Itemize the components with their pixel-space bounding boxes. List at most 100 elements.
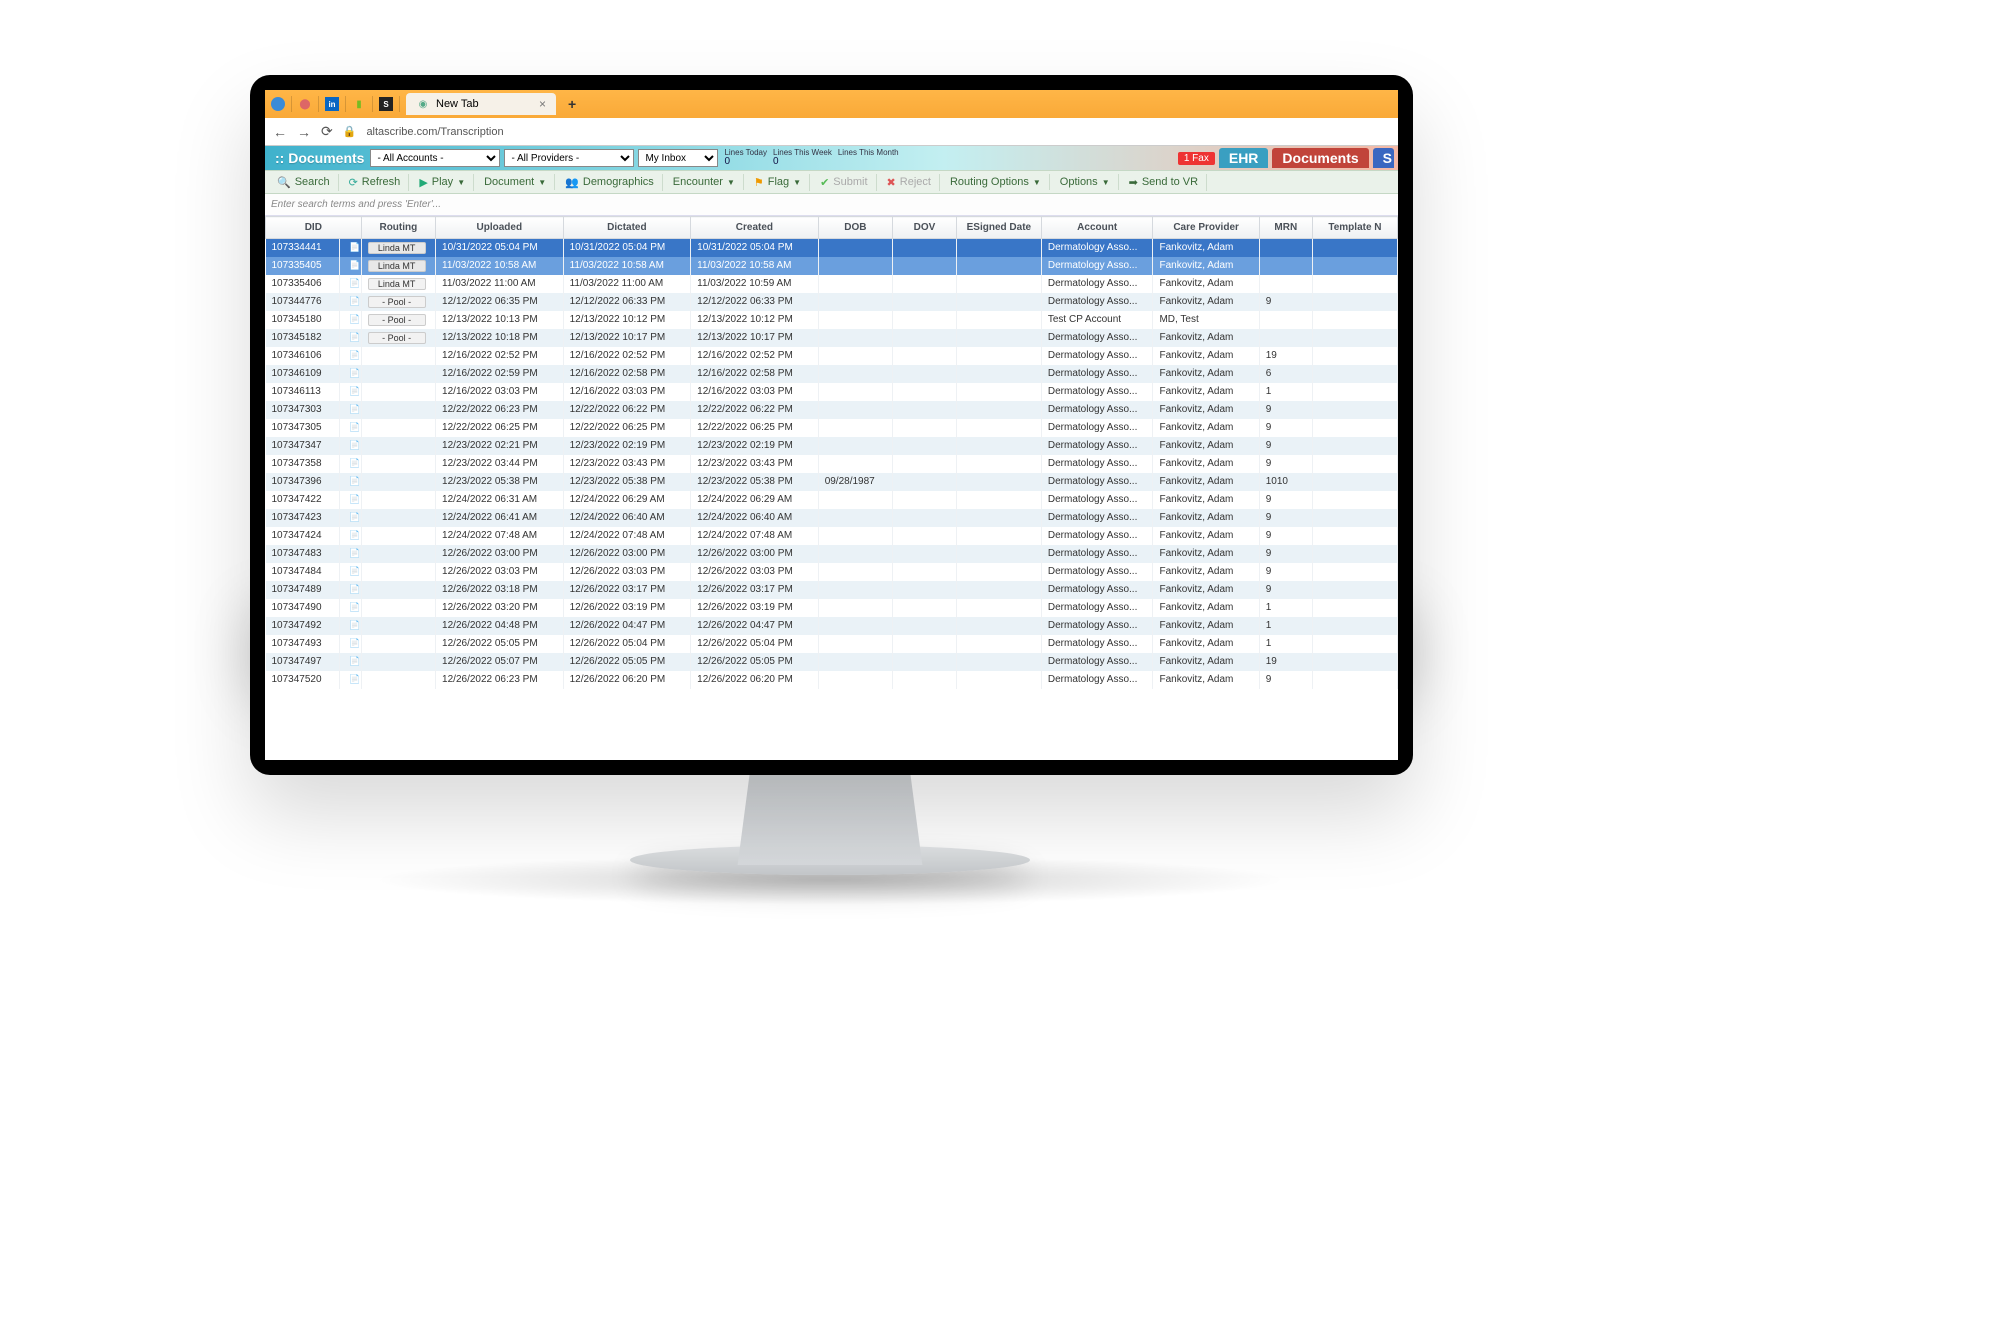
browser-favicon-4[interactable]: ▮ (352, 97, 366, 111)
play-button[interactable]: ▶Play▼ (411, 174, 474, 191)
fax-badge[interactable]: 1 Fax (1178, 152, 1215, 165)
table-row[interactable]: 107347422📄12/24/2022 06:31 AM12/24/2022 … (266, 491, 1398, 509)
cell-provider: Fankovitz, Adam (1153, 527, 1259, 545)
browser-favicon-3[interactable]: in (325, 97, 339, 111)
tab-close-icon[interactable]: × (539, 97, 546, 111)
search-input[interactable]: Enter search terms and press 'Enter'... (265, 194, 1398, 216)
cell-dov (893, 419, 957, 437)
col-provider[interactable]: Care Provider (1153, 217, 1259, 239)
cell-routing (361, 563, 435, 581)
play-icon: ▶ (419, 176, 427, 189)
tab-ehr[interactable]: EHR (1219, 148, 1269, 168)
reject-button[interactable]: ✖Reject (879, 174, 940, 191)
col-uploaded[interactable]: Uploaded (436, 217, 564, 239)
table-row[interactable]: 107347484📄12/26/2022 03:03 PM12/26/2022 … (266, 563, 1398, 581)
demographics-button[interactable]: 👥Demographics (557, 174, 663, 191)
col-routing[interactable]: Routing (361, 217, 435, 239)
col-esigned[interactable]: ESigned Date (956, 217, 1041, 239)
cell-ico: 📄 (340, 653, 361, 671)
table-row[interactable]: 107335405📄Linda MT11/03/2022 10:58 AM11/… (266, 257, 1398, 275)
col-account[interactable]: Account (1041, 217, 1153, 239)
cell-mrn: 1 (1259, 383, 1312, 401)
table-row[interactable]: 107347520📄12/26/2022 06:23 PM12/26/2022 … (266, 671, 1398, 689)
cell-esigned (956, 671, 1041, 689)
routing-pill[interactable]: Linda MT (368, 242, 426, 254)
table-row[interactable]: 107347424📄12/24/2022 07:48 AM12/24/2022 … (266, 527, 1398, 545)
cell-did: 107347493 (266, 635, 340, 653)
col-dob[interactable]: DOB (818, 217, 892, 239)
col-created[interactable]: Created (691, 217, 819, 239)
table-row[interactable]: 107346109📄12/16/2022 02:59 PM12/16/2022 … (266, 365, 1398, 383)
browser-tab-active[interactable]: ◉ New Tab × (406, 93, 556, 115)
table-row[interactable]: 107347497📄12/26/2022 05:07 PM12/26/2022 … (266, 653, 1398, 671)
table-row[interactable]: 107347423📄12/24/2022 06:41 AM12/24/2022 … (266, 509, 1398, 527)
cell-did: 107345182 (266, 329, 340, 347)
routing-pill[interactable]: - Pool - (368, 314, 426, 326)
flag-button[interactable]: ⚑Flag▼ (746, 174, 810, 191)
tab-s[interactable]: S (1373, 148, 1394, 168)
browser-favicon-2[interactable]: ⬤ (298, 97, 312, 111)
table-row[interactable]: 107347490📄12/26/2022 03:20 PM12/26/2022 … (266, 599, 1398, 617)
table-row[interactable]: 107334441📄Linda MT10/31/2022 05:04 PM10/… (266, 239, 1398, 257)
cell-mrn (1259, 311, 1312, 329)
inbox-select[interactable]: My Inbox (638, 149, 718, 167)
submit-button[interactable]: ✔Submit (812, 174, 876, 191)
cell-template (1312, 581, 1397, 599)
toolbar: 🔍Search ⟳Refresh ▶Play▼ Document▼ 👥Demog… (265, 170, 1398, 194)
cell-provider: Fankovitz, Adam (1153, 671, 1259, 689)
table-row[interactable]: 107347483📄12/26/2022 03:00 PM12/26/2022 … (266, 545, 1398, 563)
col-mrn[interactable]: MRN (1259, 217, 1312, 239)
table-row[interactable]: 107347347📄12/23/2022 02:21 PM12/23/2022 … (266, 437, 1398, 455)
cell-esigned (956, 365, 1041, 383)
cell-account: Dermatology Asso... (1041, 617, 1153, 635)
table-row[interactable]: 107347493📄12/26/2022 05:05 PM12/26/2022 … (266, 635, 1398, 653)
table-row[interactable]: 107344776📄- Pool -12/12/2022 06:35 PM12/… (266, 293, 1398, 311)
table-row[interactable]: 107335406📄Linda MT11/03/2022 11:00 AM11/… (266, 275, 1398, 293)
tab-documents[interactable]: Documents (1272, 148, 1368, 168)
routing-pill[interactable]: - Pool - (368, 296, 426, 308)
cell-uploaded: 10/31/2022 05:04 PM (436, 239, 564, 257)
cell-dov (893, 347, 957, 365)
cell-template (1312, 239, 1397, 257)
routing-pill[interactable]: - Pool - (368, 332, 426, 344)
cell-dov (893, 491, 957, 509)
back-button[interactable]: ← (273, 124, 287, 140)
encounter-button[interactable]: Encounter▼ (665, 174, 744, 190)
cell-template (1312, 365, 1397, 383)
col-dictated[interactable]: Dictated (563, 217, 691, 239)
url-text[interactable]: altascribe.com/Transcription (366, 126, 503, 138)
document-button[interactable]: Document▼ (476, 174, 555, 190)
table-row[interactable]: 107345182📄- Pool -12/13/2022 10:18 PM12/… (266, 329, 1398, 347)
lines-week-value: 0 (773, 157, 832, 167)
new-tab-button[interactable]: + (562, 96, 582, 112)
routing-options-button[interactable]: Routing Options▼ (942, 174, 1050, 190)
table-row[interactable]: 107347489📄12/26/2022 03:18 PM12/26/2022 … (266, 581, 1398, 599)
table-row[interactable]: 107346113📄12/16/2022 03:03 PM12/16/2022 … (266, 383, 1398, 401)
cell-mrn: 9 (1259, 401, 1312, 419)
accounts-select[interactable]: - All Accounts - (370, 149, 500, 167)
cell-created: 12/24/2022 07:48 AM (691, 527, 819, 545)
send-to-vr-button[interactable]: ➡Send to VR (1121, 174, 1207, 191)
col-dov[interactable]: DOV (893, 217, 957, 239)
table-row[interactable]: 107346106📄12/16/2022 02:52 PM12/16/2022 … (266, 347, 1398, 365)
col-template[interactable]: Template N (1312, 217, 1397, 239)
table-row[interactable]: 107347358📄12/23/2022 03:44 PM12/23/2022 … (266, 455, 1398, 473)
cell-created: 11/03/2022 10:58 AM (691, 257, 819, 275)
providers-select[interactable]: - All Providers - (504, 149, 634, 167)
routing-pill[interactable]: Linda MT (368, 278, 426, 290)
table-row[interactable]: 107347303📄12/22/2022 06:23 PM12/22/2022 … (266, 401, 1398, 419)
routing-pill[interactable]: Linda MT (368, 260, 426, 272)
options-button[interactable]: Options▼ (1052, 174, 1119, 190)
search-button[interactable]: 🔍Search (269, 174, 339, 191)
table-row[interactable]: 107347396📄12/23/2022 05:38 PM12/23/2022 … (266, 473, 1398, 491)
table-row[interactable]: 107347492📄12/26/2022 04:48 PM12/26/2022 … (266, 617, 1398, 635)
col-did[interactable]: DID (266, 217, 362, 239)
browser-favicon-5[interactable]: S (379, 97, 393, 111)
forward-button[interactable]: → (297, 124, 311, 140)
refresh-button[interactable]: ⟳Refresh (341, 174, 410, 191)
cell-provider: Fankovitz, Adam (1153, 437, 1259, 455)
browser-favicon-1[interactable] (271, 97, 285, 111)
table-row[interactable]: 107347305📄12/22/2022 06:25 PM12/22/2022 … (266, 419, 1398, 437)
reload-button[interactable]: ⟳ (321, 123, 333, 140)
table-row[interactable]: 107345180📄- Pool -12/13/2022 10:13 PM12/… (266, 311, 1398, 329)
